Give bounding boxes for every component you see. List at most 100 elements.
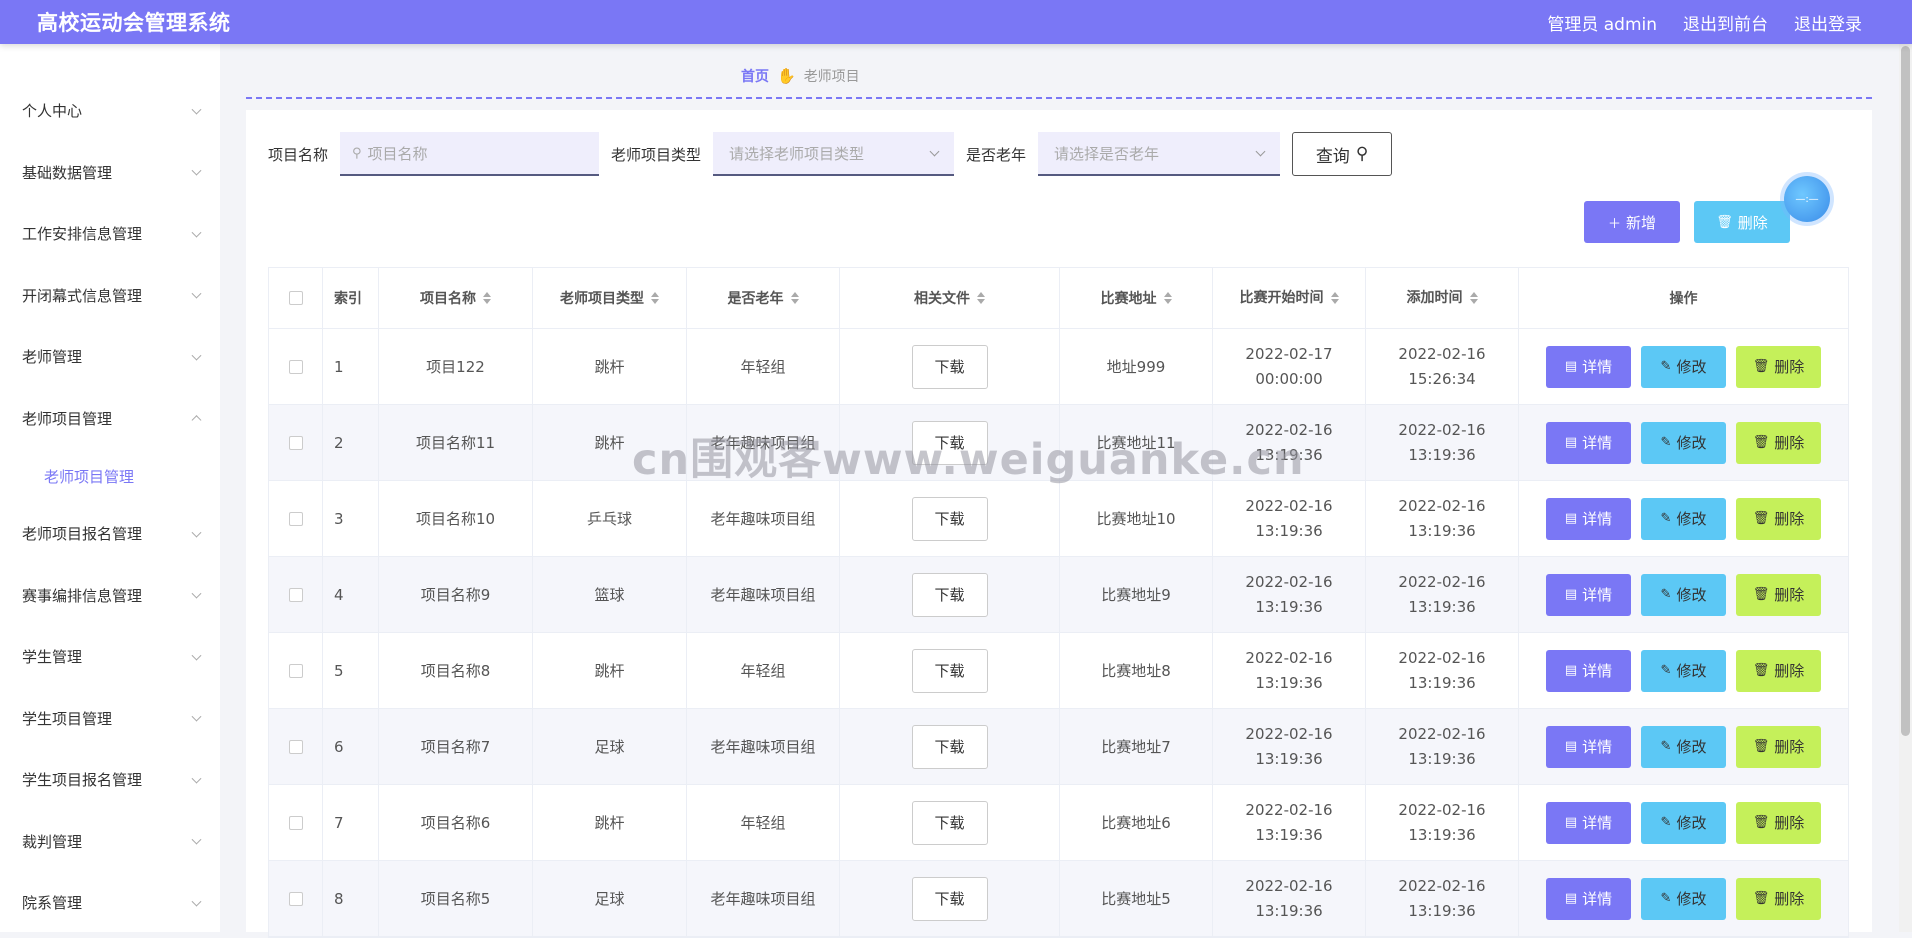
sidebar-item[interactable]: 工作安排信息管理 bbox=[0, 203, 220, 265]
sidebar-item[interactable]: 基础数据管理 bbox=[0, 142, 220, 204]
breadcrumb-home[interactable]: 首页 bbox=[741, 66, 769, 86]
column-header[interactable]: 比赛地址 bbox=[1060, 268, 1213, 328]
sort-icon[interactable] bbox=[977, 292, 985, 304]
detail-button[interactable]: ▤ 详情 bbox=[1546, 649, 1631, 692]
row-checkbox[interactable] bbox=[288, 739, 303, 754]
sidebar-item[interactable]: 老师管理 bbox=[0, 326, 220, 388]
delete-button[interactable]: 🗑 删除 bbox=[1736, 725, 1821, 768]
exit-to-front-link[interactable]: 退出到前台 bbox=[1683, 10, 1768, 35]
cell-address: 比赛地址9 bbox=[1060, 557, 1213, 632]
sort-icon[interactable] bbox=[1163, 292, 1172, 304]
edit-button[interactable]: ✎ 修改 bbox=[1641, 573, 1726, 616]
cell-project-type: 跳杆 bbox=[533, 405, 687, 480]
sidebar-item[interactable]: 个人中心 bbox=[0, 80, 220, 142]
sort-icon[interactable] bbox=[1469, 292, 1478, 304]
floating-assistant-icon[interactable]: —:— bbox=[1784, 176, 1830, 222]
row-checkbox[interactable] bbox=[288, 511, 303, 526]
edit-button[interactable]: ✎ 修改 bbox=[1641, 421, 1726, 464]
row-checkbox[interactable] bbox=[288, 663, 303, 678]
detail-button[interactable]: ▤ 详情 bbox=[1546, 497, 1631, 540]
project-type-select[interactable]: 请选择老师项目类型 bbox=[713, 132, 955, 176]
column-header: 操作 bbox=[1519, 268, 1848, 328]
detail-button[interactable]: ▤ 详情 bbox=[1546, 421, 1631, 464]
row-checkbox[interactable] bbox=[288, 891, 303, 906]
sort-icon[interactable] bbox=[1330, 292, 1339, 304]
download-button[interactable]: 下载 bbox=[911, 800, 988, 845]
delete-button[interactable]: 🗑 删除 bbox=[1736, 573, 1821, 616]
cell-project-name: 项目名称8 bbox=[379, 633, 533, 708]
delete-button[interactable]: 🗑 删除 bbox=[1736, 649, 1821, 692]
row-checkbox[interactable] bbox=[288, 359, 303, 374]
download-button[interactable]: 下载 bbox=[911, 876, 988, 921]
column-header[interactable]: 项目名称 bbox=[379, 268, 533, 328]
download-button[interactable]: 下载 bbox=[911, 496, 988, 541]
delete-button[interactable]: 🗑 删除 bbox=[1736, 877, 1821, 920]
edit-button[interactable]: ✎ 修改 bbox=[1641, 649, 1726, 692]
column-header[interactable]: 添加时间 bbox=[1366, 268, 1519, 328]
sidebar-item[interactable]: 老师项目管理 bbox=[0, 388, 220, 450]
project-name-input[interactable]: ⚲ 项目名称 bbox=[340, 132, 600, 176]
chevron-down-icon bbox=[191, 896, 202, 907]
sort-icon[interactable] bbox=[790, 292, 799, 304]
download-button[interactable]: 下载 bbox=[911, 572, 988, 617]
query-button[interactable]: 查询 ⚲ bbox=[1292, 132, 1393, 176]
chevron-down-icon bbox=[191, 650, 202, 661]
document-icon: ▤ bbox=[1564, 435, 1578, 450]
select-all-checkbox[interactable] bbox=[288, 291, 303, 305]
add-button[interactable]: ＋ 新增 bbox=[1584, 201, 1680, 243]
cell-index: 5 bbox=[323, 633, 379, 708]
sort-icon[interactable] bbox=[651, 292, 659, 304]
sidebar-item[interactable]: 院系管理 bbox=[0, 872, 220, 934]
detail-button[interactable]: ▤ 详情 bbox=[1546, 345, 1631, 388]
scrollbar-thumb[interactable] bbox=[1901, 46, 1910, 736]
row-checkbox[interactable] bbox=[288, 435, 303, 450]
sidebar-item[interactable]: 赛事编排信息管理 bbox=[0, 565, 220, 627]
column-header[interactable]: 相关文件 bbox=[840, 268, 1060, 328]
detail-button[interactable]: ▤ 详情 bbox=[1546, 573, 1631, 616]
sidebar-item[interactable]: 老师项目报名管理 bbox=[0, 503, 220, 565]
pencil-icon: ✎ bbox=[1660, 815, 1672, 830]
page-scrollbar[interactable] bbox=[1899, 44, 1912, 932]
edit-button[interactable]: ✎ 修改 bbox=[1641, 877, 1726, 920]
delete-button[interactable]: 🗑 删除 bbox=[1736, 345, 1821, 388]
delete-button[interactable]: 🗑 删除 bbox=[1736, 421, 1821, 464]
chevron-down-icon bbox=[191, 165, 202, 176]
chevron-down-icon bbox=[191, 350, 202, 361]
edit-button[interactable]: ✎ 修改 bbox=[1641, 801, 1726, 844]
sidebar-item-label: 学生项目管理 bbox=[22, 709, 113, 728]
batch-delete-button[interactable]: 🗑 删除 bbox=[1694, 201, 1790, 243]
pencil-icon: ✎ bbox=[1660, 739, 1672, 754]
edit-button[interactable]: ✎ 修改 bbox=[1641, 345, 1726, 388]
sidebar-item[interactable]: 开闭幕式信息管理 bbox=[0, 265, 220, 327]
column-header[interactable]: 比赛开始时间 bbox=[1213, 268, 1366, 328]
table-row: 5 项目名称8 跳杆 年轻组 下载 比赛地址8 2022-02-16 13:19:36 202… bbox=[269, 633, 1848, 709]
sidebar-item[interactable]: 裁判管理 bbox=[0, 811, 220, 873]
column-header-label: 比赛地址 bbox=[1100, 291, 1157, 307]
sidebar-item[interactable]: 学生项目报名管理 bbox=[0, 749, 220, 811]
column-header[interactable]: 老师项目类型 bbox=[533, 268, 687, 328]
download-button[interactable]: 下载 bbox=[911, 420, 988, 465]
row-checkbox[interactable] bbox=[288, 587, 303, 602]
sidebar-subitem[interactable]: 老师项目管理 bbox=[0, 449, 220, 503]
edit-button-label: 修改 bbox=[1676, 662, 1707, 680]
delete-button[interactable]: 🗑 删除 bbox=[1736, 801, 1821, 844]
sidebar-item[interactable]: 学生管理 bbox=[0, 626, 220, 688]
edit-button[interactable]: ✎ 修改 bbox=[1641, 497, 1726, 540]
column-header[interactable]: 是否老年 bbox=[687, 268, 840, 328]
download-button[interactable]: 下载 bbox=[911, 344, 988, 389]
logout-link[interactable]: 退出登录 bbox=[1794, 10, 1862, 35]
cell-is-old: 年轻组 bbox=[687, 329, 840, 404]
table-header-row: 索引 项目名称 老师项目类型 是否老年 相关文件 比赛地址 比赛开始时间 添加时间 操作 bbox=[269, 268, 1848, 329]
sidebar-item[interactable]: 学生项目管理 bbox=[0, 688, 220, 750]
is-old-select[interactable]: 请选择是否老年 bbox=[1038, 132, 1281, 176]
delete-button[interactable]: 🗑 删除 bbox=[1736, 497, 1821, 540]
edit-button[interactable]: ✎ 修改 bbox=[1641, 725, 1726, 768]
detail-button[interactable]: ▤ 详情 bbox=[1546, 725, 1631, 768]
row-checkbox[interactable] bbox=[288, 815, 303, 830]
download-button[interactable]: 下载 bbox=[911, 648, 988, 693]
detail-button[interactable]: ▤ 详情 bbox=[1546, 877, 1631, 920]
download-button[interactable]: 下载 bbox=[911, 724, 988, 769]
detail-button[interactable]: ▤ 详情 bbox=[1546, 801, 1631, 844]
sort-icon[interactable] bbox=[483, 292, 491, 304]
cell-project-type: 足球 bbox=[533, 709, 687, 784]
